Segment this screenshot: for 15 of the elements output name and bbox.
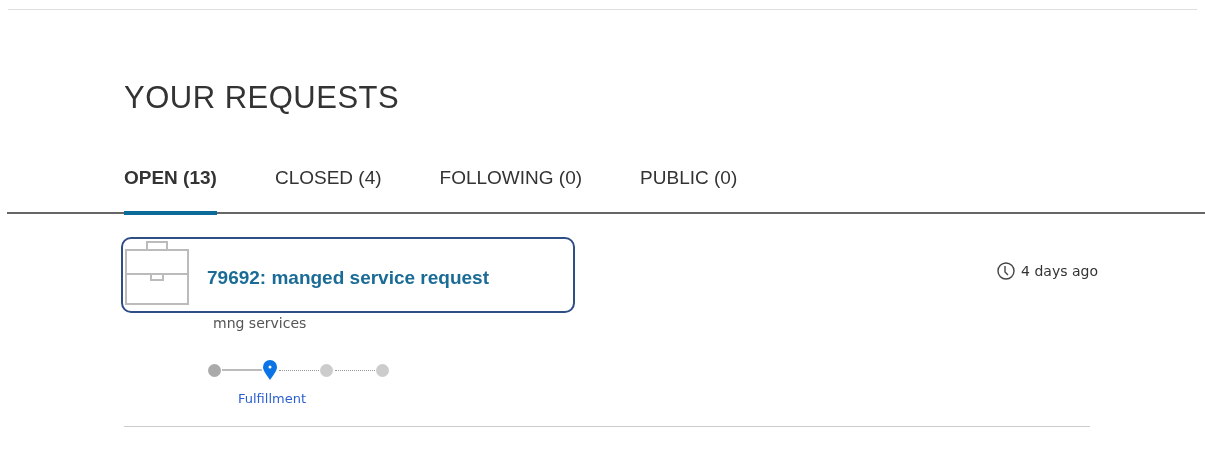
time-ago: 4 days ago — [1021, 263, 1098, 279]
briefcase-icon — [125, 241, 189, 305]
step-dot — [376, 363, 389, 377]
step-label: Fulfillment — [237, 391, 306, 406]
clock-icon — [997, 262, 1016, 280]
request-link[interactable]: 79692: manged service request — [207, 267, 489, 289]
tab[interactable]: OPEN (13) — [124, 162, 217, 215]
request-category: mng services — [213, 315, 308, 331]
location-pin-icon — [262, 359, 278, 381]
tab[interactable]: PUBLIC (0) — [640, 162, 738, 215]
step-dot — [208, 363, 221, 377]
tab[interactable]: FOLLOWING (0) — [439, 162, 583, 215]
step-dot — [320, 363, 333, 377]
tab[interactable]: CLOSED (4) — [274, 162, 382, 215]
page-title: YOUR REQUESTS — [124, 80, 401, 116]
